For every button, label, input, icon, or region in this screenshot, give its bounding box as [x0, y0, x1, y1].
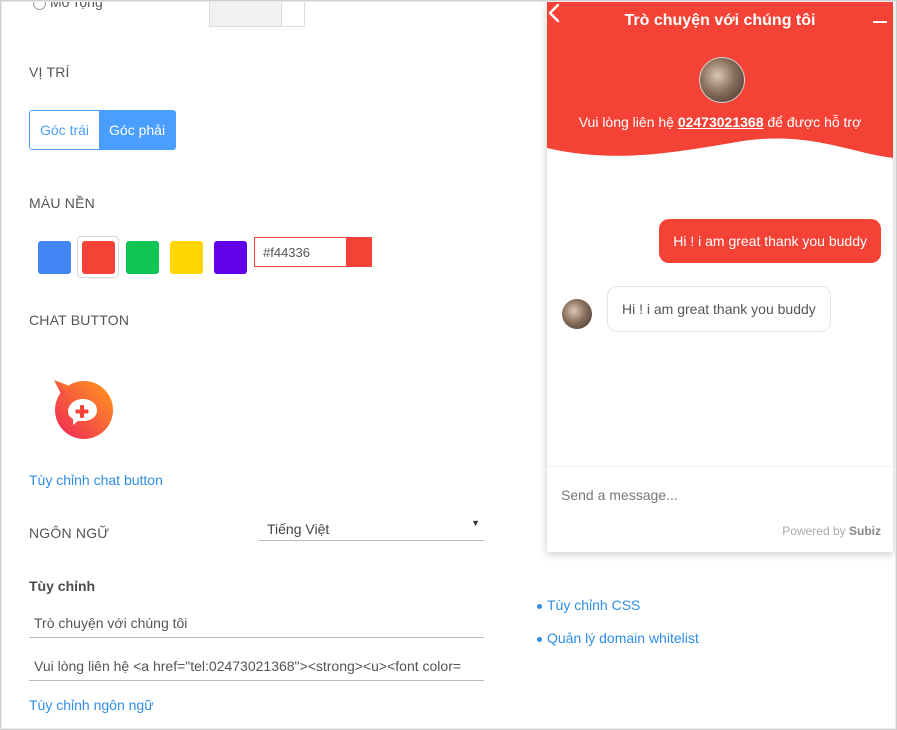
background-color-label: MÀU NỀN	[29, 195, 95, 211]
expand-radio[interactable]: Mở rộng	[33, 0, 103, 10]
widget-subtitle: Vui lòng liên hệ 02473021368 để được hỗ …	[547, 114, 893, 130]
language-label: NGÔN NGỮ	[29, 525, 110, 541]
left-corner-button[interactable]: Góc trái	[30, 111, 100, 149]
chat-widget: Trò chuyện với chúng tôi Vui lòng liên h…	[547, 2, 893, 552]
swatch-blue[interactable]	[33, 236, 75, 278]
customize-language-link[interactable]: Tùy chỉnh ngôn ngữ	[29, 697, 154, 713]
customize-css-link[interactable]: Tùy chỉnh CSS	[537, 597, 640, 613]
swatch-green[interactable]	[121, 236, 163, 278]
subtitle-prefix: Vui lòng liên hệ	[578, 114, 678, 130]
message-input[interactable]	[559, 481, 863, 509]
position-label: VỊ TRÍ	[29, 64, 70, 80]
domain-whitelist-link[interactable]: Quản lý domain whitelist	[537, 630, 699, 646]
powered-by-text: Powered by	[782, 524, 846, 538]
swatch-purple[interactable]	[209, 236, 251, 278]
domain-whitelist-label: Quản lý domain whitelist	[547, 630, 699, 646]
right-corner-button[interactable]: Góc phải	[99, 111, 176, 149]
swatch-red[interactable]	[77, 236, 119, 278]
agent-avatar	[562, 299, 592, 329]
radio-icon	[33, 0, 46, 10]
customize-label: Tùy chỉnh	[29, 578, 96, 594]
language-value: Tiếng Việt	[267, 521, 330, 537]
position-toggle: Góc trái Góc phải	[29, 110, 177, 150]
swatch-yellow[interactable]	[165, 236, 207, 278]
caret-down-icon: ▼	[471, 518, 480, 528]
powered-by: Powered by Subiz	[782, 524, 881, 538]
expand-radio-label: Mở rộng	[50, 0, 103, 10]
widget-title: Trò chuyện với chúng tôi	[624, 12, 816, 29]
widget-header: Trò chuyện với chúng tôi Vui lòng liên h…	[547, 2, 893, 162]
chat-button-icon[interactable]	[54, 380, 114, 440]
subtitle-input[interactable]: Vui lòng liên hệ <a href="tel:0247302136…	[29, 651, 484, 681]
message-composer: Powered by Subiz	[547, 466, 893, 552]
hex-color-field	[254, 237, 372, 267]
color-swatches	[33, 236, 253, 278]
language-select[interactable]: Tiếng Việt ▼	[258, 518, 484, 541]
agent-avatar-large	[699, 57, 745, 103]
agent-message: Hi ! i am great thank you buddy	[607, 286, 831, 332]
bullet-icon	[537, 636, 542, 642]
customize-css-label: Tùy chỉnh CSS	[547, 597, 641, 613]
title-input[interactable]: Trò chuyện với chúng tôi	[29, 608, 484, 638]
visitor-message: Hi ! i am great thank you buddy	[659, 219, 881, 263]
bullet-icon	[537, 603, 542, 609]
minimize-icon[interactable]	[873, 21, 887, 23]
customize-chat-button-link[interactable]: Tùy chỉnh chat button	[29, 472, 163, 488]
powered-by-brand[interactable]: Subiz	[849, 524, 881, 538]
chat-button-label: CHAT BUTTON	[29, 312, 130, 328]
phone-link[interactable]: 02473021368	[678, 114, 764, 130]
layout-preview[interactable]	[209, 0, 305, 27]
subtitle-suffix: để được hỗ trợ	[763, 114, 862, 130]
color-preview[interactable]	[346, 238, 371, 266]
hex-color-input[interactable]	[255, 238, 346, 266]
